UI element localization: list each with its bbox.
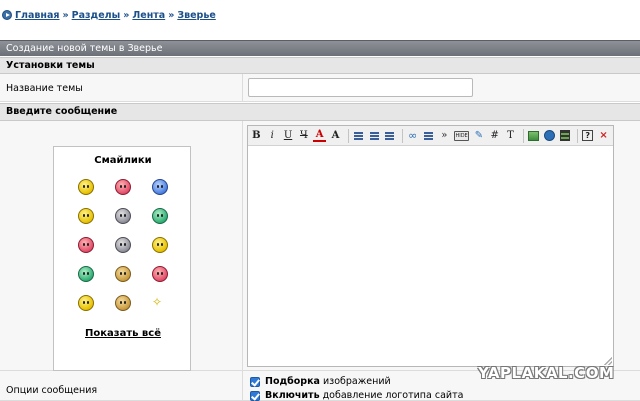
column-divider (242, 371, 243, 400)
list-button[interactable] (422, 129, 435, 143)
angry-red-smiley-icon[interactable] (115, 179, 131, 195)
toolbar-separator (347, 128, 349, 143)
green-smiley-icon[interactable] (152, 208, 168, 224)
stars-smiley-icon[interactable]: ✧ (152, 295, 168, 311)
green-chomp-smiley-icon[interactable] (78, 266, 94, 282)
form-header: Создание новой темы в Зверье (0, 40, 640, 56)
link-icon: ∞ (408, 129, 418, 142)
option-bold-text: Включить (265, 390, 320, 401)
shooting-smiley-icon[interactable] (78, 237, 94, 253)
laughing-smiley-icon[interactable] (115, 295, 131, 311)
option-image-selection[interactable]: Подборка изображений (250, 376, 391, 387)
option-text: изображений (322, 376, 391, 387)
site-watermark: YAPLAKAL.COM (478, 364, 615, 382)
breadcrumb-separator: » (62, 9, 69, 21)
breadcrumb-separator: » (168, 9, 175, 21)
hash-button[interactable]: # (488, 129, 501, 143)
option-bold-text: Подборка (265, 376, 320, 387)
help-button[interactable]: ? (581, 129, 594, 143)
column-divider (242, 74, 243, 101)
help-icon: ? (582, 130, 594, 141)
breadcrumb-animals[interactable]: Зверье (177, 10, 215, 21)
smilies-panel: Смайлики ✧ Показать всё (53, 146, 191, 371)
quote-button[interactable]: » (438, 129, 451, 143)
column-divider (242, 121, 243, 370)
breadcrumb: Главная » Разделы » Лента » Зверье (2, 8, 216, 22)
title-label: Название темы (6, 83, 83, 94)
image-icon (527, 130, 539, 141)
cowboy-smiley-icon[interactable] (115, 266, 131, 282)
smilies-grid: ✧ (68, 175, 180, 320)
checkbox-checked-icon[interactable] (250, 390, 260, 401)
align-center-button[interactable] (368, 129, 381, 143)
edit-button[interactable]: ✎ (472, 129, 485, 143)
align-left-icon (353, 131, 363, 140)
image-button[interactable] (527, 129, 540, 143)
align-center-icon (369, 131, 379, 140)
waving-smiley-icon[interactable] (152, 237, 168, 253)
cool-smiley-icon[interactable] (78, 179, 94, 195)
align-left-button[interactable] (352, 129, 365, 143)
editor-toolbar: B i U Ч A A ∞ » HIDE ✎ # T ? × (248, 126, 613, 146)
font-size-button[interactable]: A (329, 129, 342, 143)
close-button[interactable]: × (597, 129, 610, 143)
hide-icon: HIDE (454, 130, 470, 141)
strikethrough-button[interactable]: Ч (297, 129, 310, 143)
title-row: Название темы (0, 74, 640, 102)
show-all-smilies-link[interactable]: Показать всё (54, 328, 192, 339)
helmet-smiley-icon[interactable] (115, 237, 131, 253)
nav-arrow-icon (2, 10, 12, 20)
video-button[interactable] (559, 129, 572, 143)
toolbar-separator (402, 128, 404, 143)
hide-button[interactable]: HIDE (454, 129, 470, 143)
message-section-title: Введите сообщение (0, 103, 640, 121)
breadcrumb-separator: » (123, 9, 130, 21)
font-color-button[interactable]: A (313, 129, 327, 142)
italic-button[interactable]: i (266, 129, 279, 143)
flash-button[interactable] (543, 129, 556, 143)
list-icon (424, 131, 433, 140)
settings-section-title: Установки темы (0, 57, 640, 74)
message-editor: B i U Ч A A ∞ » HIDE ✎ # T ? × (247, 125, 614, 367)
breadcrumb-home[interactable]: Главная (15, 10, 60, 21)
pointing-smiley-icon[interactable] (78, 208, 94, 224)
link-button[interactable]: ∞ (406, 129, 419, 143)
bold-button[interactable]: B (250, 129, 263, 143)
film-icon (559, 130, 570, 141)
option-site-logo[interactable]: Включить добавление логотипа сайта (250, 390, 463, 401)
breadcrumb-sections[interactable]: Разделы (72, 10, 121, 21)
pencil-icon: ✎ (474, 130, 484, 141)
cheerleader-smiley-icon[interactable] (152, 266, 168, 282)
options-label: Опции сообщения (6, 385, 98, 396)
blue-smiley-icon[interactable] (152, 179, 168, 195)
toolbar-separator (577, 128, 579, 143)
title-input[interactable] (248, 78, 473, 97)
message-textarea[interactable] (248, 147, 613, 366)
align-right-icon (385, 131, 395, 140)
text-button[interactable]: T (504, 129, 517, 143)
option-text: добавление логотипа сайта (322, 390, 464, 401)
underline-button[interactable]: U (282, 129, 295, 143)
toolbar-separator (522, 128, 524, 143)
yellow-bird-smiley-icon[interactable] (78, 295, 94, 311)
flash-icon (543, 130, 555, 141)
align-right-button[interactable] (383, 129, 396, 143)
checkbox-checked-icon[interactable] (250, 376, 260, 387)
breadcrumb-feed[interactable]: Лента (132, 10, 165, 21)
gun-smiley-icon[interactable] (115, 208, 131, 224)
smilies-title: Смайлики (94, 155, 152, 166)
